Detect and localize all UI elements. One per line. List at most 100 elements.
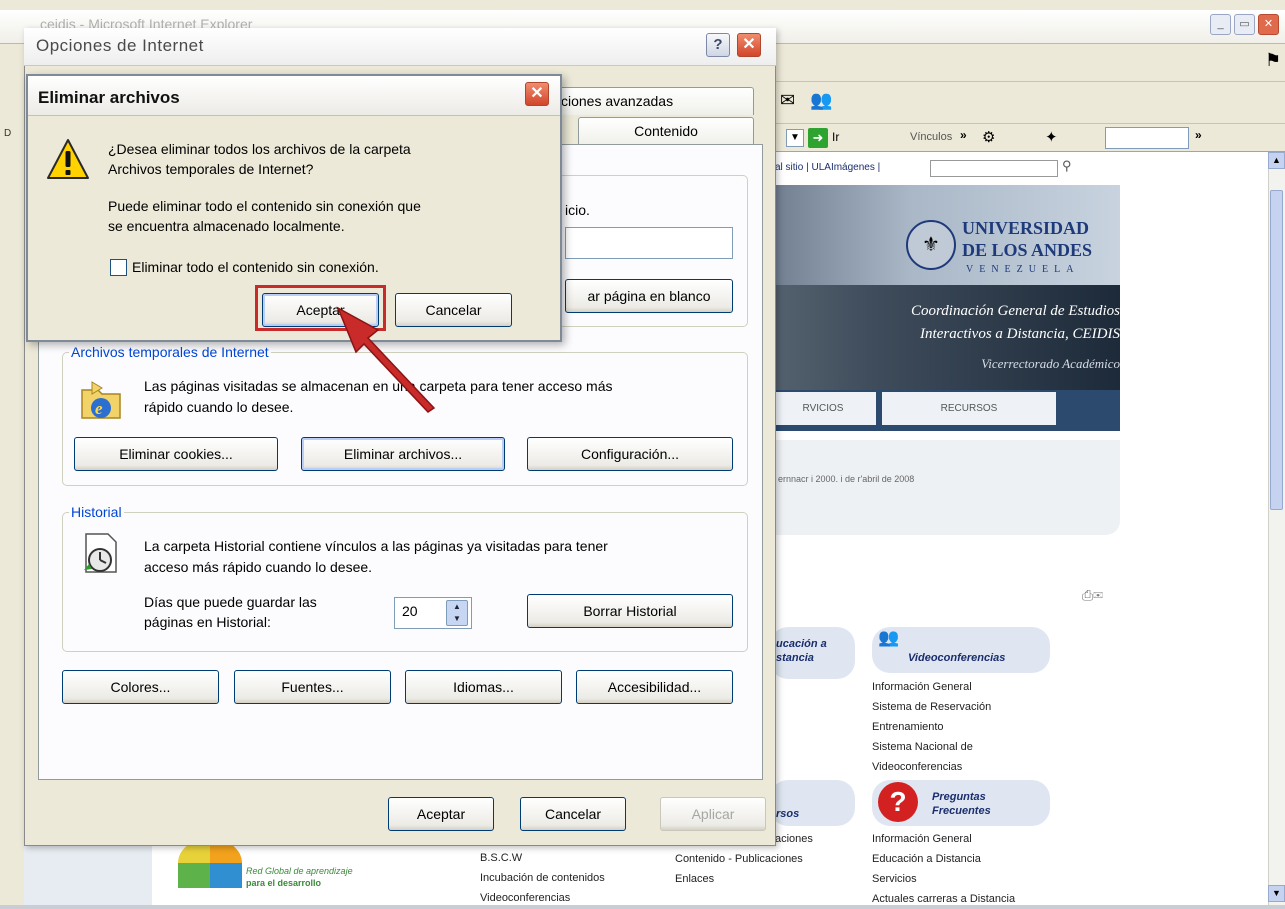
apply-button[interactable]: Aplicar [660,797,766,831]
delete-cookies-button[interactable]: Eliminar cookies... [74,437,278,471]
ie-menu-toolbar: ⚑ [770,44,1285,82]
list-item[interactable]: Información General [872,829,1015,849]
list-item[interactable]: Videoconferencias [480,888,605,908]
delete-files-button[interactable]: Eliminar archivos... [301,437,505,471]
home-page-address-input[interactable] [565,227,733,259]
offline-content-label[interactable]: Eliminar todo el contenido sin conexión. [132,257,379,277]
mail-icon[interactable]: ✉ [780,90,795,111]
temp-files-description-2: rápido cuando lo desee. [144,399,294,415]
scrollbar-thumb[interactable] [1270,190,1283,510]
delete-question-1: ¿Desea eliminar todos los archivos de la… [108,141,411,157]
chevron-icon[interactable]: » [960,128,967,142]
languages-button[interactable]: Idiomas... [405,670,562,704]
site-nav-links[interactable]: al sitio | ULAImágenes | [775,162,880,173]
scroll-up-icon[interactable]: ▲ [1268,152,1285,169]
red-global-text: Red Global de aprendizaje [246,866,353,876]
close-button[interactable]: ✕ [525,82,549,106]
delete-question-2: Archivos temporales de Internet? [108,161,314,177]
address-dropdown-button[interactable]: ▼ [786,129,804,147]
history-description-1: La carpeta Historial contiene vínculos a… [144,538,608,554]
chevron-icon[interactable]: » [1195,128,1202,142]
days-label-2: páginas en Historial: [144,614,271,630]
faq-title[interactable]: Preguntas Frecuentes [932,790,991,818]
clear-history-button[interactable]: Borrar Historial [527,594,733,628]
tab-opciones-avanzadas[interactable]: ciones avanzadas [546,87,754,115]
toolbar-search-input[interactable] [1105,127,1189,149]
university-name-line1: UNIVERSIDAD [962,218,1090,238]
list-item[interactable]: Sistema de Reservación [872,697,991,717]
warning-icon [47,139,89,179]
close-button[interactable]: ✕ [737,33,761,57]
resources-links: B.S.C.W Incubación de contenidos Videoco… [480,848,605,908]
temp-folder-icon: e [81,381,121,419]
ok-button[interactable]: Aceptar [388,797,494,831]
list-item[interactable]: B.S.C.W [480,848,605,868]
videoconference-title[interactable]: Videoconferencias [908,652,1005,664]
education-title[interactable]: ucación a stancia [776,637,827,665]
cancel-button[interactable]: Cancelar [520,797,626,831]
history-legend: Historial [71,504,122,520]
people-icon: 👥 [878,628,900,647]
toolbar-plugin-icon[interactable]: ⚙ [982,128,995,146]
history-icon [84,533,117,573]
university-name-line3: VENEZUELA [966,264,1080,275]
delete-info-1: Puede eliminar todo el contenido sin con… [108,198,421,214]
spin-arrows-icon[interactable]: ▲ ▼ [446,600,468,626]
site-date-text: ernnacr i 2000. i de r'abril de 2008 [778,474,915,484]
colors-button[interactable]: Colores... [62,670,219,704]
messenger-icon[interactable]: 👥 [810,90,832,111]
faq-links: Información General Educación a Distanci… [872,829,1015,909]
maximize-button[interactable]: ▭ [1234,14,1255,35]
ie-standard-toolbar: ✉ 👥 [770,82,1285,124]
days-value[interactable]: 20 [402,603,418,619]
list-item[interactable]: Entrenamiento [872,717,991,737]
site-tab-recursos[interactable]: RECURSOS [882,392,1056,425]
accessibility-button[interactable]: Accesibilidad... [576,670,733,704]
offline-content-checkbox[interactable] [110,259,127,276]
magnifier-icon[interactable]: ⚲ [1062,158,1072,174]
university-seal-icon: ⚜ [906,220,956,270]
help-button[interactable]: ? [706,33,730,57]
list-item[interactable]: Enlaces [675,869,813,889]
resources-title[interactable]: rsos [776,808,799,820]
windows-logo-icon: ⚑ [1265,50,1282,70]
ie-address-toolbar: ▼ ➜ Ir Vínculos » ⚙ ✦ » [770,124,1285,152]
address-prefix: D [4,128,12,139]
list-item[interactable]: Actuales carreras a Distancia [872,889,1015,909]
home-page-text: icio. [565,202,590,218]
days-label-1: Días que puede guardar las [144,594,317,610]
go-arrow-icon[interactable]: ➜ [808,128,828,148]
list-item[interactable]: Educación a Distancia [872,849,1015,869]
list-item[interactable]: Información General [872,677,991,697]
fonts-button[interactable]: Fuentes... [234,670,391,704]
list-item[interactable]: Incubación de contenidos [480,868,605,888]
banner-title-line1: Coordinación General de Estudios [910,303,1120,319]
delete-info-2: se encuentra almacenado localmente. [108,218,345,234]
minimize-button[interactable]: _ [1210,14,1231,35]
videoconference-links: Información General Sistema de Reservaci… [872,677,991,777]
delete-files-title: Eliminar archivos [38,88,180,107]
university-name-line2: DE LOS ANDES [962,240,1093,260]
svg-text:e: e [95,399,103,418]
site-tab-servicios[interactable]: RVICIOS [770,392,876,425]
question-icon: ? [878,782,918,822]
toolbar-search-plugin-icon[interactable]: ✦ [1045,128,1058,146]
site-search-input[interactable] [930,160,1058,177]
list-item[interactable]: Sistema Nacional de [872,737,991,757]
close-window-button[interactable]: ✕ [1258,14,1279,35]
tab-contenido[interactable]: Contenido [578,117,754,145]
red-arrow-icon [336,306,436,413]
temp-files-legend: Archivos temporales de Internet [71,344,269,360]
list-item[interactable]: Servicios [872,869,1015,889]
site-tab-underline [770,425,1120,431]
list-item[interactable]: Contenido - Publicaciones [675,849,813,869]
go-label[interactable]: Ir [832,130,839,144]
use-blank-button[interactable]: ar página en blanco [565,279,733,313]
print-mail-icon[interactable]: ⎙✉ [1082,587,1103,604]
scroll-down-icon[interactable]: ▼ [1268,885,1285,902]
red-global-text-2: para el desarrollo [246,878,322,888]
settings-button[interactable]: Configuración... [527,437,733,471]
internet-options-title: Opciones de Internet [36,36,204,55]
links-label[interactable]: Vínculos [910,131,952,143]
list-item[interactable]: Videoconferencias [872,757,991,777]
